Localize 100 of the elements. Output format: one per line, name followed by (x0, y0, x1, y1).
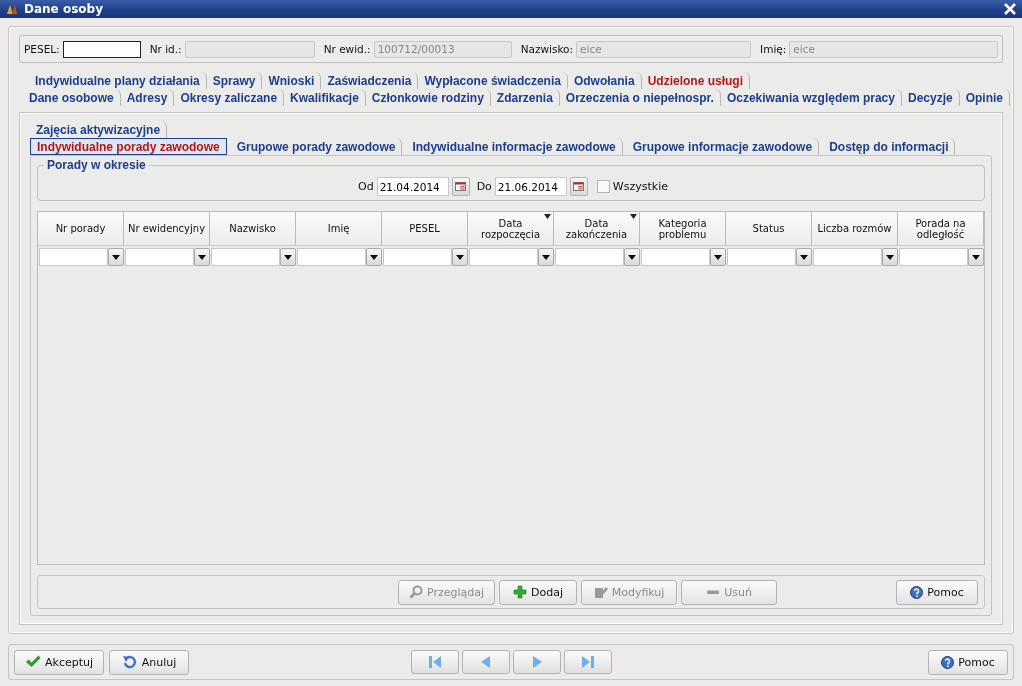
calendar-button[interactable] (569, 177, 588, 196)
dropdown-button[interactable] (538, 248, 554, 266)
caret-icon (112, 254, 120, 260)
column-title: PESEL (409, 223, 440, 234)
dropdown-button[interactable] (710, 248, 726, 266)
dropdown-button[interactable] (108, 248, 124, 266)
tab[interactable]: Dostęp do informacji (823, 138, 956, 155)
help-icon (941, 655, 955, 669)
column-header[interactable]: Data zakończenia (554, 212, 640, 246)
filter-field[interactable] (39, 248, 108, 266)
field-label: Nr id.: (149, 43, 182, 55)
skip-back-icon (427, 655, 442, 669)
caret-icon (628, 254, 636, 260)
column-header[interactable]: Porada na odległość (898, 212, 984, 246)
tab[interactable]: Grupowe informacje zawodowe (626, 138, 820, 155)
filter-field[interactable] (211, 248, 280, 266)
tab[interactable]: Indywidualne informacje zawodowe (406, 138, 623, 155)
undo-arrow-icon (121, 655, 138, 669)
filter-field[interactable] (813, 248, 882, 266)
tab[interactable]: Zaświadczenia (321, 72, 419, 89)
tab[interactable]: Wnioski (262, 72, 322, 89)
tab[interactable]: Udzielone usługi (641, 72, 750, 89)
calendar-icon (455, 182, 467, 191)
date-field[interactable]: 21.04.2014 (376, 177, 449, 196)
calendar-icon (573, 182, 585, 191)
tab[interactable]: Kwalifikacje (284, 89, 366, 106)
column-header[interactable]: Nr porady (38, 212, 124, 246)
close-icon (1004, 3, 1016, 15)
column-header[interactable]: PESEL (382, 212, 468, 246)
plus-icon (513, 585, 528, 599)
dropdown-button[interactable] (452, 248, 468, 266)
caret-icon (714, 254, 722, 260)
caret-icon (284, 254, 292, 260)
checkmark-icon (25, 655, 41, 669)
filter-field[interactable] (297, 248, 366, 266)
tab[interactable]: Indywidualne plany działania (29, 72, 207, 89)
window-title: Dane osoby (24, 2, 103, 16)
add-button[interactable]: Dodaj (499, 579, 578, 605)
filter-field[interactable] (555, 248, 624, 266)
caret-icon (972, 254, 980, 260)
tab[interactable]: Adresy (120, 89, 175, 106)
tab[interactable]: Oczekiwania względem pracy (720, 89, 902, 106)
tab[interactable]: Opinie (959, 89, 1010, 106)
calendar-button[interactable] (451, 177, 470, 196)
column-title: Kategoria problemu (657, 217, 708, 240)
filter-field[interactable] (899, 248, 968, 266)
column-title: Data rozpoczęcia (480, 217, 541, 240)
tab[interactable]: Zdarzenia (490, 89, 560, 106)
column-header[interactable]: Data rozpoczęcia (468, 212, 554, 246)
tab[interactable]: Orzeczenia o niepełnospr. (559, 89, 721, 106)
column-title: Nr ewidencyjny (127, 223, 206, 234)
column-header[interactable]: Nazwisko (210, 212, 296, 246)
accept-button[interactable]: Akceptuj (14, 649, 105, 675)
tab[interactable]: Dane osobowe (23, 89, 121, 106)
dropdown-button[interactable] (194, 248, 210, 266)
right-arrow-icon (530, 655, 543, 669)
dropdown-button[interactable] (968, 248, 984, 266)
caret-icon (542, 254, 550, 260)
filter-field[interactable] (469, 248, 538, 266)
dropdown-button[interactable] (280, 248, 296, 266)
dropdown-button[interactable] (624, 248, 640, 266)
text-field[interactable] (62, 40, 141, 58)
filter-field[interactable] (125, 248, 194, 266)
dropdown-button[interactable] (366, 248, 382, 266)
column-title: Imię (327, 223, 350, 234)
cancel-button[interactable]: Anuluj (109, 649, 190, 675)
left-arrow-icon (479, 655, 492, 669)
column-title: Liczba rozmów (817, 223, 892, 234)
column-title: Nazwisko (229, 223, 276, 234)
filter-field[interactable] (727, 248, 796, 266)
column-header[interactable]: Status (726, 212, 812, 246)
tab[interactable]: Sprawy (206, 72, 263, 89)
field-label: PESEL: (24, 43, 60, 55)
column-header[interactable]: Imię (296, 212, 382, 246)
tab[interactable]: Indywidualne porady zawodowe (30, 138, 227, 155)
app-icon (6, 3, 18, 15)
column-header[interactable]: Kategoria problemu (640, 212, 726, 246)
tab[interactable]: Okresy zaliczane (174, 89, 285, 106)
column-header[interactable]: Liczba rozmów (812, 212, 898, 246)
tab[interactable]: Członkowie rodziny (365, 89, 491, 106)
help-button[interactable]: Pomoc (896, 579, 978, 605)
caret-icon (198, 254, 206, 260)
date-field[interactable]: 21.06.2014 (494, 177, 567, 196)
skip-forward-icon (580, 655, 595, 669)
tab[interactable]: Odwołania (567, 72, 642, 89)
tab[interactable]: Decyzje (901, 89, 960, 106)
dropdown-button[interactable] (882, 248, 898, 266)
group-title: Porady w okresie (44, 158, 149, 172)
tab[interactable]: Wypłacone świadczenia (418, 72, 568, 89)
checkbox[interactable] (596, 180, 610, 193)
column-header[interactable]: Nr ewidencyjny (124, 212, 210, 246)
caret-icon (456, 254, 464, 260)
field-label: Nazwisko: (520, 43, 574, 55)
tab[interactable]: Grupowe porady zawodowe (230, 138, 403, 155)
filter-field[interactable] (383, 248, 452, 266)
dropdown-button[interactable] (796, 248, 812, 266)
help-button[interactable]: Pomoc (928, 649, 1008, 675)
help-icon (910, 585, 924, 599)
caret-icon (886, 254, 894, 260)
filter-field[interactable] (641, 248, 710, 266)
